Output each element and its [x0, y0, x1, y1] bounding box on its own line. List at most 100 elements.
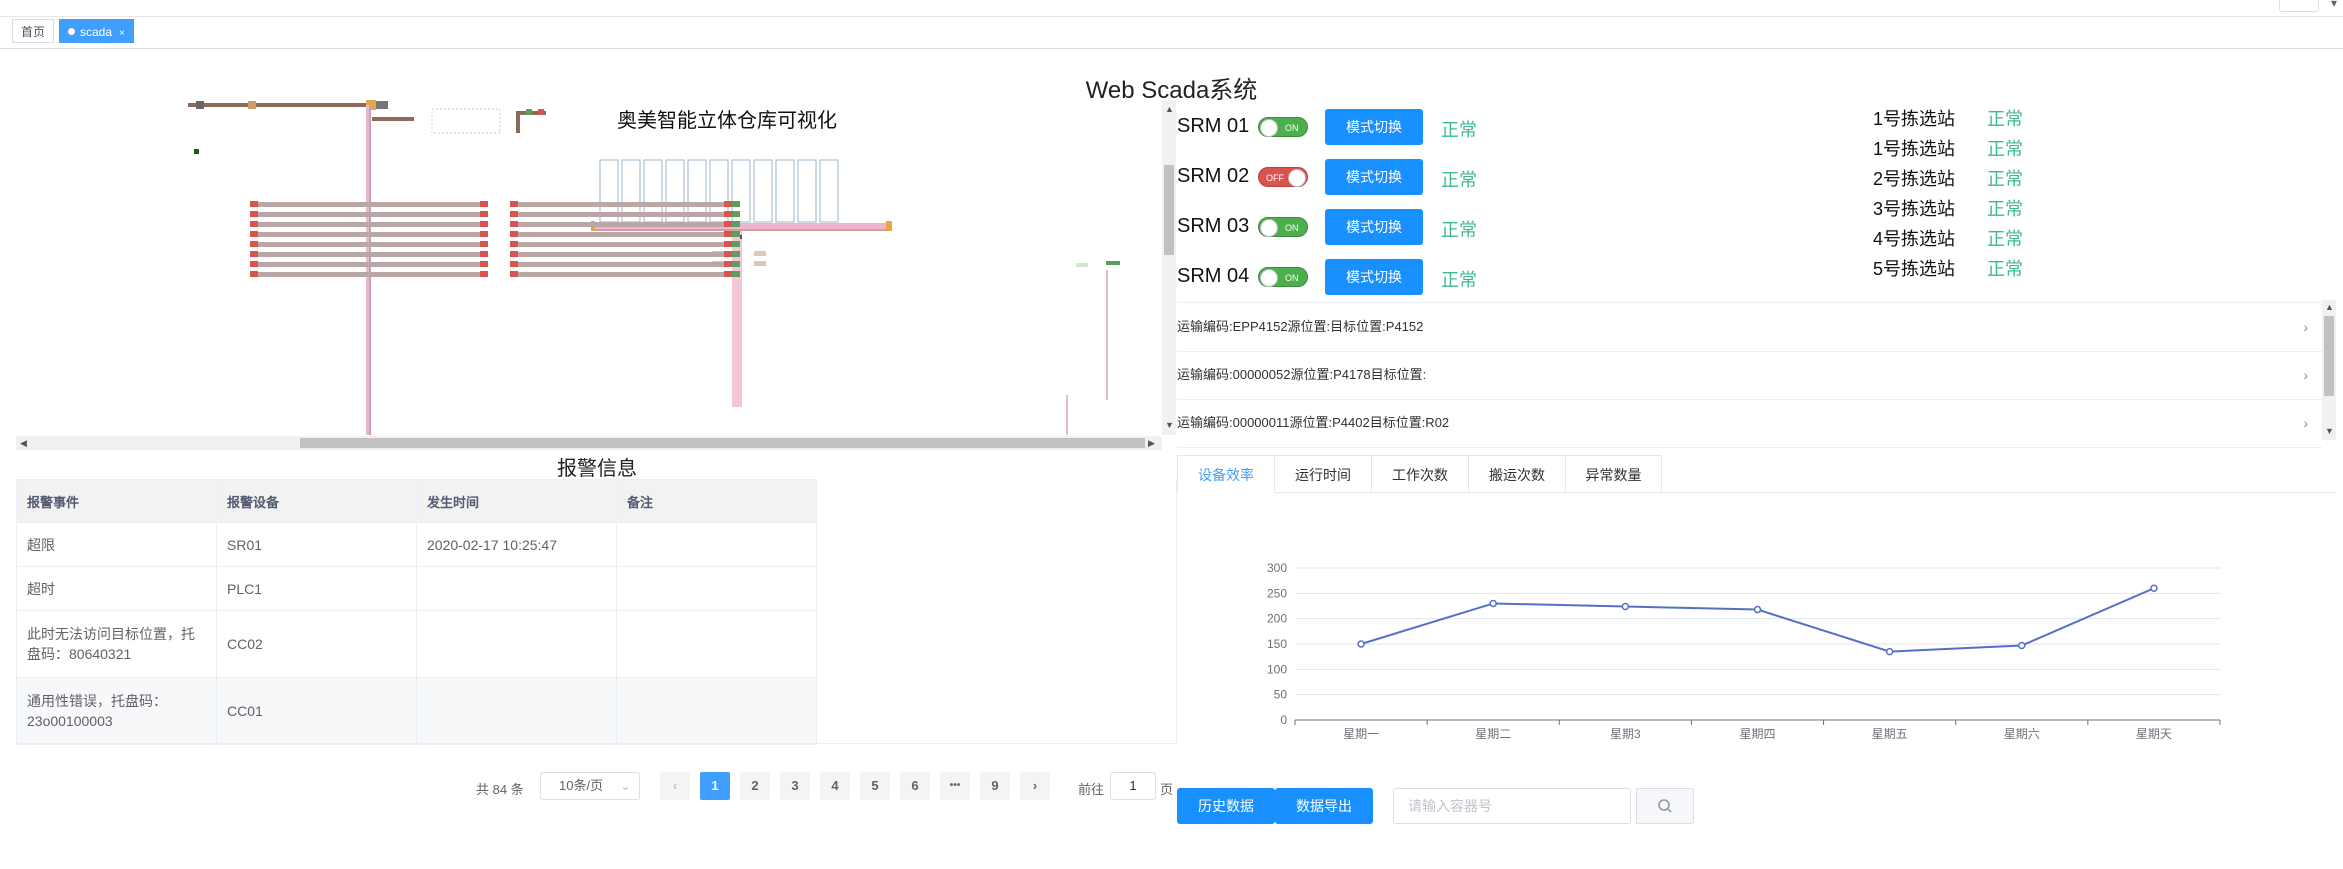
- warehouse-hscroll-thumb[interactable]: [300, 438, 1145, 448]
- toggle-state: OFF: [1266, 173, 1284, 183]
- rack-end: [510, 261, 518, 267]
- cell-note: [616, 566, 817, 611]
- list-item[interactable]: 运输编码:00000011源位置:P4402目标位置:R02 ›: [1177, 399, 2322, 448]
- rack-end: [510, 271, 518, 277]
- scroll-down-icon[interactable]: ▼: [1165, 420, 1174, 430]
- srm-status: 正常: [1441, 170, 1477, 190]
- station-name: 4号拣选站: [1873, 229, 1956, 249]
- rack-row: [256, 202, 488, 207]
- table-right-border: [1176, 479, 1177, 744]
- table-row[interactable]: 超限 SR01 2020-02-17 10:25:47: [16, 522, 1178, 567]
- search-button[interactable]: [1636, 788, 1694, 824]
- data-point: [1885, 647, 1894, 656]
- cell-time: [416, 610, 617, 678]
- table-row[interactable]: 通用性错误，托盘码：23o00100003 CC01: [16, 677, 1178, 745]
- station-status: 正常: [1987, 109, 2023, 129]
- tab-abnormal-count[interactable]: 异常数量: [1566, 455, 1662, 493]
- tab-efficiency[interactable]: 设备效率: [1178, 455, 1275, 493]
- cell-event: 超限: [16, 522, 217, 567]
- history-data-button[interactable]: 历史数据: [1177, 788, 1275, 824]
- rack-end: [732, 271, 740, 277]
- x-tick-label: 星期天: [2136, 727, 2172, 741]
- mode-switch-button[interactable]: 模式切换: [1325, 159, 1423, 195]
- rack-end: [732, 221, 740, 227]
- rack-end: [480, 201, 488, 207]
- page-button-9[interactable]: 9: [980, 772, 1010, 800]
- tab-work-count[interactable]: 工作次数: [1372, 455, 1469, 493]
- goto-suffix: 页: [1160, 782, 1174, 797]
- page-ellipsis[interactable]: •••: [940, 772, 970, 800]
- tab-home[interactable]: 首页: [12, 19, 55, 43]
- srm-label: SRM 01: [1177, 115, 1250, 137]
- y-tick-label: 150: [1267, 637, 1287, 651]
- rack-row: [510, 242, 730, 247]
- rack-end: [724, 201, 732, 207]
- srm-label: SRM 04: [1177, 265, 1250, 287]
- srm-toggle[interactable]: ON: [1258, 267, 1308, 287]
- page-size-select[interactable]: 10条/页 ⌄: [540, 772, 640, 800]
- toggle-state: ON: [1285, 223, 1299, 233]
- x-tick-label: 星期四: [1739, 727, 1775, 741]
- table-row[interactable]: 超时 PLC1: [16, 566, 1178, 611]
- srm-toggle[interactable]: ON: [1258, 217, 1308, 237]
- page-button-1[interactable]: 1: [700, 772, 730, 800]
- warehouse-vscroll[interactable]: [1162, 100, 1176, 435]
- rack-row: [256, 242, 488, 247]
- rack-end: [510, 241, 518, 247]
- next-page-button[interactable]: ›: [1020, 772, 1050, 800]
- prev-page-button[interactable]: ‹: [660, 772, 690, 800]
- warehouse-visualization[interactable]: [16, 95, 1178, 450]
- warehouse-vscroll-thumb[interactable]: [1164, 165, 1174, 255]
- goto-page-input[interactable]: 1: [1110, 772, 1156, 800]
- close-icon[interactable]: ×: [119, 28, 125, 39]
- scroll-up-icon[interactable]: ▲: [1165, 104, 1174, 114]
- mode-switch-button[interactable]: 模式切换: [1325, 259, 1423, 295]
- tab-runtime[interactable]: 运行时间: [1275, 455, 1372, 493]
- scroll-down-icon[interactable]: ▼: [2325, 426, 2334, 436]
- station-name: 1号拣选站: [1873, 139, 1956, 159]
- caret-down-icon[interactable]: ▾: [2331, 0, 2337, 10]
- table-row[interactable]: 此时无法访问目标位置，托盘码：80640321 CC02: [16, 610, 1178, 678]
- scroll-left-icon[interactable]: ◀: [20, 438, 27, 449]
- cell-device: PLC1: [216, 566, 417, 611]
- mode-switch-button[interactable]: 模式切换: [1325, 109, 1423, 145]
- transport-list-scroll-thumb[interactable]: [2324, 316, 2334, 396]
- srm-toggle[interactable]: OFF: [1258, 167, 1308, 187]
- series-line: [1360, 587, 2155, 653]
- x-tick-label: 星期3: [1610, 727, 1641, 741]
- data-point: [1357, 640, 1365, 648]
- page-button-6[interactable]: 6: [900, 772, 930, 800]
- data-point: [1489, 599, 1497, 608]
- container-search-input[interactable]: [1393, 788, 1631, 824]
- column-header: 报警设备: [216, 479, 417, 523]
- scroll-up-icon[interactable]: ▲: [2325, 302, 2334, 312]
- rack-end: [480, 241, 488, 247]
- list-item[interactable]: 运输编码:00000052源位置:P4178目标位置: ›: [1177, 351, 2322, 400]
- station-status: 正常: [1987, 139, 2023, 159]
- tab-transport-count[interactable]: 搬运次数: [1469, 455, 1566, 493]
- rack-row: [510, 252, 730, 257]
- pagination-total: 共 84 条: [476, 782, 524, 797]
- mode-switch-button[interactable]: 模式切换: [1325, 209, 1423, 245]
- page-button-2[interactable]: 2: [740, 772, 770, 800]
- goto-prefix: 前往: [1078, 782, 1105, 797]
- transport-text: 运输编码:EPP4152源位置:目标位置:P4152: [1177, 319, 1424, 334]
- srm-toggle[interactable]: ON: [1258, 117, 1308, 137]
- scroll-right-icon[interactable]: ▶: [1148, 438, 1155, 449]
- station-status: 正常: [1987, 169, 2023, 189]
- row-filler: [817, 523, 1178, 567]
- tab-scada[interactable]: scada ×: [59, 19, 134, 43]
- list-item[interactable]: 运输编码:EPP4152源位置:目标位置:P4152 ›: [1177, 303, 2322, 352]
- tab-home-label: 首页: [21, 25, 46, 39]
- page-button-5[interactable]: 5: [860, 772, 890, 800]
- rack-end: [732, 241, 740, 247]
- page-button-4[interactable]: 4: [820, 772, 850, 800]
- rack-end: [732, 211, 740, 217]
- export-data-button[interactable]: 数据导出: [1275, 788, 1373, 824]
- rack-row: [256, 262, 488, 267]
- page-button-3[interactable]: 3: [780, 772, 810, 800]
- rack-end: [480, 251, 488, 257]
- x-tick-label: 星期六: [2004, 727, 2040, 741]
- srm-status: 正常: [1441, 220, 1477, 240]
- top-right-button[interactable]: [2279, 0, 2319, 12]
